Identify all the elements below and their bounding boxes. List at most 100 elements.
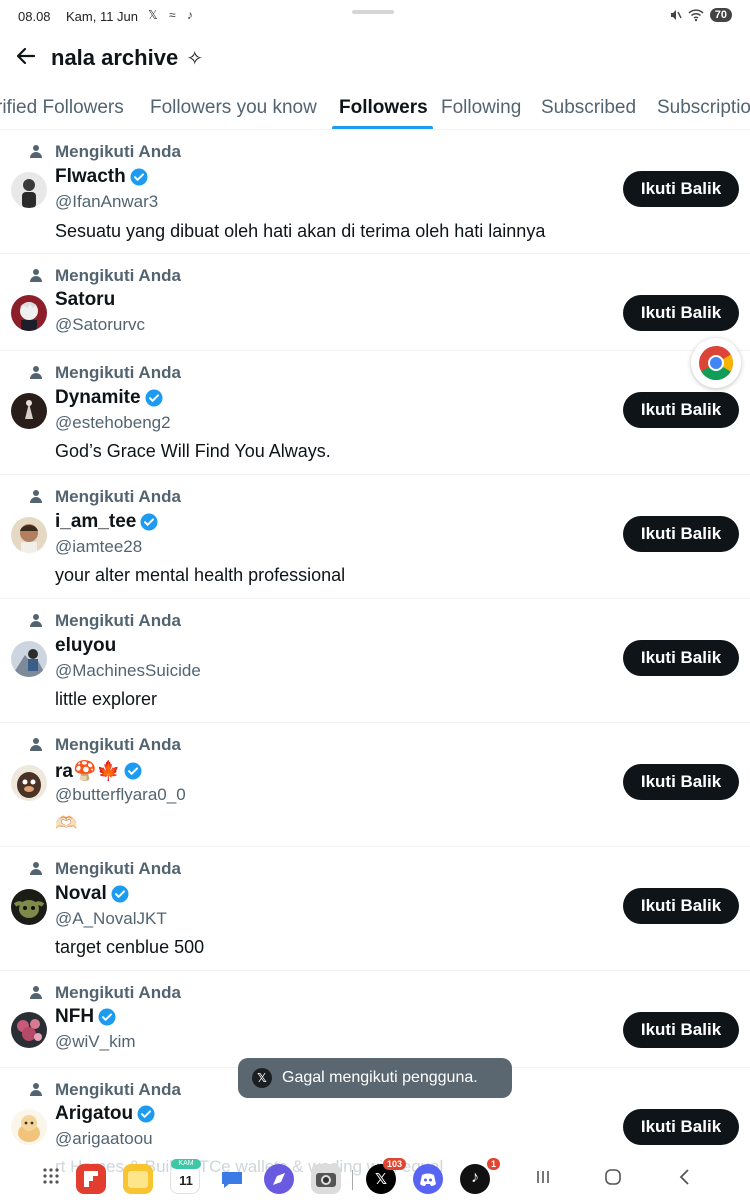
user-row[interactable]: Mengikuti Anda Satoru @Satorurvc Ikuti B…	[0, 254, 750, 351]
user-name-text: eluyou	[55, 635, 117, 656]
user-name[interactable]: ra🍄🍁	[55, 759, 142, 783]
taskbar-divider	[352, 1170, 353, 1190]
user-name[interactable]: Flwacth	[55, 166, 148, 188]
user-name-text: i_am_tee	[55, 511, 137, 532]
follow-back-button[interactable]: Ikuti Balik	[623, 1012, 739, 1048]
verified-badge-icon	[124, 762, 142, 780]
user-bio: Sesuatu yang dibuat oleh hati akan di te…	[55, 221, 546, 241]
page-title: nala archive ✧	[51, 45, 203, 71]
follow-back-button[interactable]: Ikuti Balik	[623, 888, 739, 924]
messages-app-icon[interactable]	[217, 1164, 247, 1194]
user-row[interactable]: Mengikuti Anda Flwacth @IfanAnwar3 Sesua…	[0, 130, 750, 254]
user-bio: target cenblue 500	[55, 937, 205, 957]
user-name[interactable]: Dynamite	[55, 387, 163, 409]
user-bio: 🫶🏻	[55, 813, 78, 833]
tab-followers[interactable]: Followers	[339, 97, 428, 119]
avatar[interactable]	[11, 889, 47, 925]
follows-you-label: Mengikuti Anda	[55, 611, 181, 630]
discord-app-icon[interactable]	[413, 1164, 443, 1194]
mute-icon	[670, 10, 682, 20]
verified-badge-icon	[137, 1105, 155, 1123]
user-name[interactable]: i_am_tee	[55, 511, 158, 533]
user-row[interactable]: Mengikuti Anda i_am_tee @iamtee28 your a…	[0, 475, 750, 599]
user-handle: @wiV_kim	[55, 1032, 136, 1051]
back-button[interactable]	[14, 44, 40, 70]
notes-app-icon[interactable]	[123, 1164, 153, 1194]
recents-icon	[537, 1171, 549, 1183]
status-right: 70	[668, 8, 732, 22]
user-handle: @Satorurvc	[55, 315, 146, 334]
profile-header: nala archive ✧	[0, 36, 750, 80]
calendar-app-icon[interactable]: KAM 11	[170, 1159, 201, 1194]
tiktok-app-icon[interactable]: ♪ 1	[460, 1158, 500, 1194]
user-handle: @estehobeng2	[55, 413, 171, 432]
tab-following[interactable]: Following	[441, 97, 521, 119]
follows-you-label: Mengikuti Anda	[55, 266, 181, 285]
app-drawer-button[interactable]	[42, 1167, 60, 1191]
chrome-floating-bubble[interactable]	[691, 338, 741, 388]
follow-back-button[interactable]: Ikuti Balik	[623, 295, 739, 331]
follow-back-button[interactable]: Ikuti Balik	[623, 392, 739, 428]
avatar[interactable]	[11, 393, 47, 429]
music-note-icon: ♪	[471, 1169, 479, 1186]
user-row[interactable]: Mengikuti Anda NFH @wiV_kim Ikuti Balik	[0, 971, 750, 1068]
avatar[interactable]	[11, 517, 47, 553]
verified-badge-icon	[98, 1008, 116, 1026]
user-row[interactable]: Mengikuti Anda ra🍄🍁 @butterflyara0_0 🫶🏻 …	[0, 723, 750, 847]
recent-apps-button[interactable]	[534, 1168, 552, 1192]
follow-back-button[interactable]: Ikuti Balik	[623, 640, 739, 676]
drag-handle[interactable]	[352, 10, 394, 14]
user-bio: God’s Grace Will Find You Always.	[55, 441, 331, 461]
back-nav-button[interactable]	[676, 1168, 694, 1192]
follows-you-label: Mengikuti Anda	[55, 142, 181, 161]
avatar[interactable]	[11, 765, 47, 801]
arrow-left-icon	[16, 47, 36, 65]
avatar[interactable]	[11, 172, 47, 208]
tab-subscribed[interactable]: Subscribed	[541, 97, 636, 119]
wifi-icon	[688, 9, 704, 22]
follow-back-button[interactable]: Ikuti Balik	[623, 1109, 739, 1145]
user-row[interactable]: Mengikuti Anda Dynamite @estehobeng2 God…	[0, 351, 750, 475]
avatar[interactable]	[11, 641, 47, 677]
person-icon	[30, 614, 42, 627]
x-logo-icon: 𝕏	[374, 1171, 388, 1188]
verified-badge-icon	[140, 513, 158, 531]
follow-back-button[interactable]: Ikuti Balik	[623, 516, 739, 552]
avatar[interactable]	[11, 1109, 47, 1145]
camera-app-icon[interactable]	[311, 1164, 341, 1194]
follow-back-button[interactable]: Ikuti Balik	[623, 764, 739, 800]
user-name-text: Flwacth	[55, 166, 126, 187]
follows-you-label: Mengikuti Anda	[55, 983, 181, 1002]
browser-app-icon[interactable]	[264, 1164, 294, 1194]
user-handle: @MachinesSuicide	[55, 661, 201, 680]
user-name[interactable]: Satoru	[55, 289, 115, 311]
verified-badge-icon	[145, 389, 163, 407]
home-icon	[605, 1169, 621, 1185]
user-bio: little explorer	[55, 689, 158, 709]
user-name[interactable]: Arigatou	[55, 1103, 155, 1125]
follow-back-button[interactable]: Ikuti Balik	[623, 171, 739, 207]
status-time: 08.08	[18, 9, 51, 24]
flipboard-app-icon[interactable]	[76, 1164, 106, 1194]
tab-followers-you-know[interactable]: Followers you know	[150, 97, 317, 119]
user-handle: @IfanAnwar3	[55, 192, 159, 211]
verified-badge-icon	[111, 885, 129, 903]
verified-badge-icon	[130, 168, 148, 186]
follows-you-label: Mengikuti Anda	[55, 487, 181, 506]
calendar-day-number: 11	[179, 1173, 193, 1188]
avatar[interactable]	[11, 1012, 47, 1048]
user-name[interactable]: NFH	[55, 1006, 116, 1028]
user-row[interactable]: Mengikuti Anda Noval @A_NovalJKT target …	[0, 847, 750, 971]
user-name-text: Satoru	[55, 289, 116, 310]
x-app-icon[interactable]: 𝕏 103	[366, 1158, 406, 1194]
calendar-day-label: KAM	[171, 1159, 201, 1169]
avatar[interactable]	[11, 295, 47, 331]
user-name[interactable]: Noval	[55, 883, 129, 905]
user-name[interactable]: eluyou	[55, 635, 116, 657]
tab-subscriptions[interactable]: Subscriptio	[657, 97, 750, 119]
user-row[interactable]: Mengikuti Anda eluyou @MachinesSuicide l…	[0, 599, 750, 723]
home-button[interactable]	[604, 1168, 622, 1192]
battery-indicator: 70	[709, 8, 732, 22]
user-name-text: Arigatou	[55, 1103, 134, 1124]
tab-verified-followers[interactable]: rified Followers	[0, 97, 124, 119]
